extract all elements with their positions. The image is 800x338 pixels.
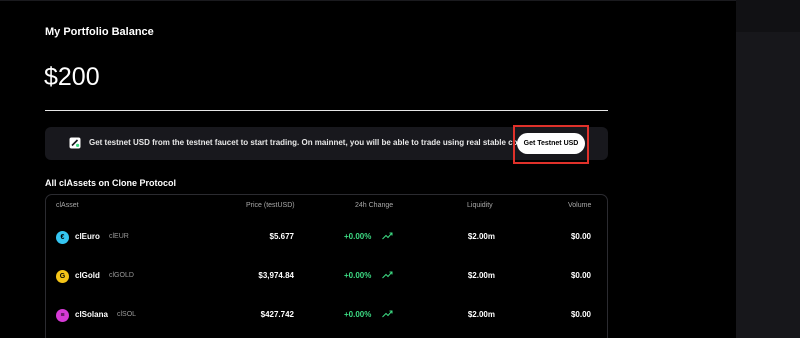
- euro-coin-icon: €: [56, 231, 69, 244]
- column-header-price: Price (testUSD): [246, 202, 295, 209]
- asset-name: clGold: [75, 271, 100, 280]
- asset-price: $5.677: [269, 232, 294, 241]
- balance-divider: [45, 110, 608, 111]
- faucet-icon: [69, 137, 81, 149]
- asset-liquidity: $2.00m: [467, 310, 495, 319]
- asset-volume: $0.00: [570, 310, 591, 319]
- table-row[interactable]: ≡ clSolana clSOL $427.742 +0.00% $2.00m …: [46, 295, 607, 334]
- gold-coin-icon: G: [56, 270, 69, 283]
- asset-volume: $0.00: [570, 232, 591, 241]
- column-header-volume: Volume: [568, 202, 592, 209]
- asset-price: $3,974.84: [258, 271, 294, 280]
- asset-price: $427.742: [260, 310, 294, 319]
- asset-change: +0.00%: [344, 310, 372, 319]
- get-testnet-usd-button[interactable]: Get Testnet USD: [517, 133, 585, 154]
- trend-up-icon: [382, 310, 393, 318]
- faucet-message: Get testnet USD from the testnet faucet …: [89, 138, 527, 147]
- main-content: My Portfolio Balance $200 Get testnet US…: [0, 0, 736, 338]
- portfolio-title: My Portfolio Balance: [45, 26, 154, 38]
- asset-name: clEuro: [75, 232, 100, 241]
- asset-ticker: clGOLD: [109, 272, 134, 279]
- solana-coin-icon: ≡: [56, 309, 69, 322]
- table-row[interactable]: G clGold clGOLD $3,974.84 +0.00% $2.00m …: [46, 256, 607, 295]
- assets-table: clAsset Price (testUSD) 24h Change Liqui…: [45, 194, 608, 338]
- side-panel: [736, 0, 800, 338]
- assets-section-title: All clAssets on Clone Protocol: [45, 178, 177, 188]
- side-panel-header: [736, 0, 800, 32]
- top-divider: [0, 0, 736, 1]
- trend-up-icon: [382, 271, 393, 279]
- asset-liquidity: $2.00m: [467, 271, 495, 280]
- asset-ticker: clSOL: [117, 311, 137, 318]
- column-header-asset: clAsset: [56, 202, 79, 209]
- column-header-change: 24h Change: [355, 202, 394, 209]
- asset-change: +0.00%: [344, 271, 372, 280]
- column-header-liquidity: Liquidity: [467, 202, 493, 209]
- portfolio-balance: $200: [44, 63, 100, 91]
- asset-ticker: clEUR: [109, 233, 129, 240]
- asset-change: +0.00%: [344, 232, 372, 241]
- asset-liquidity: $2.00m: [467, 232, 495, 241]
- asset-volume: $0.00: [570, 271, 591, 280]
- table-row[interactable]: € clEuro clEUR $5.677 +0.00% $2.00m $0.0…: [46, 217, 607, 256]
- asset-name: clSolana: [75, 310, 108, 319]
- trend-up-icon: [382, 232, 393, 240]
